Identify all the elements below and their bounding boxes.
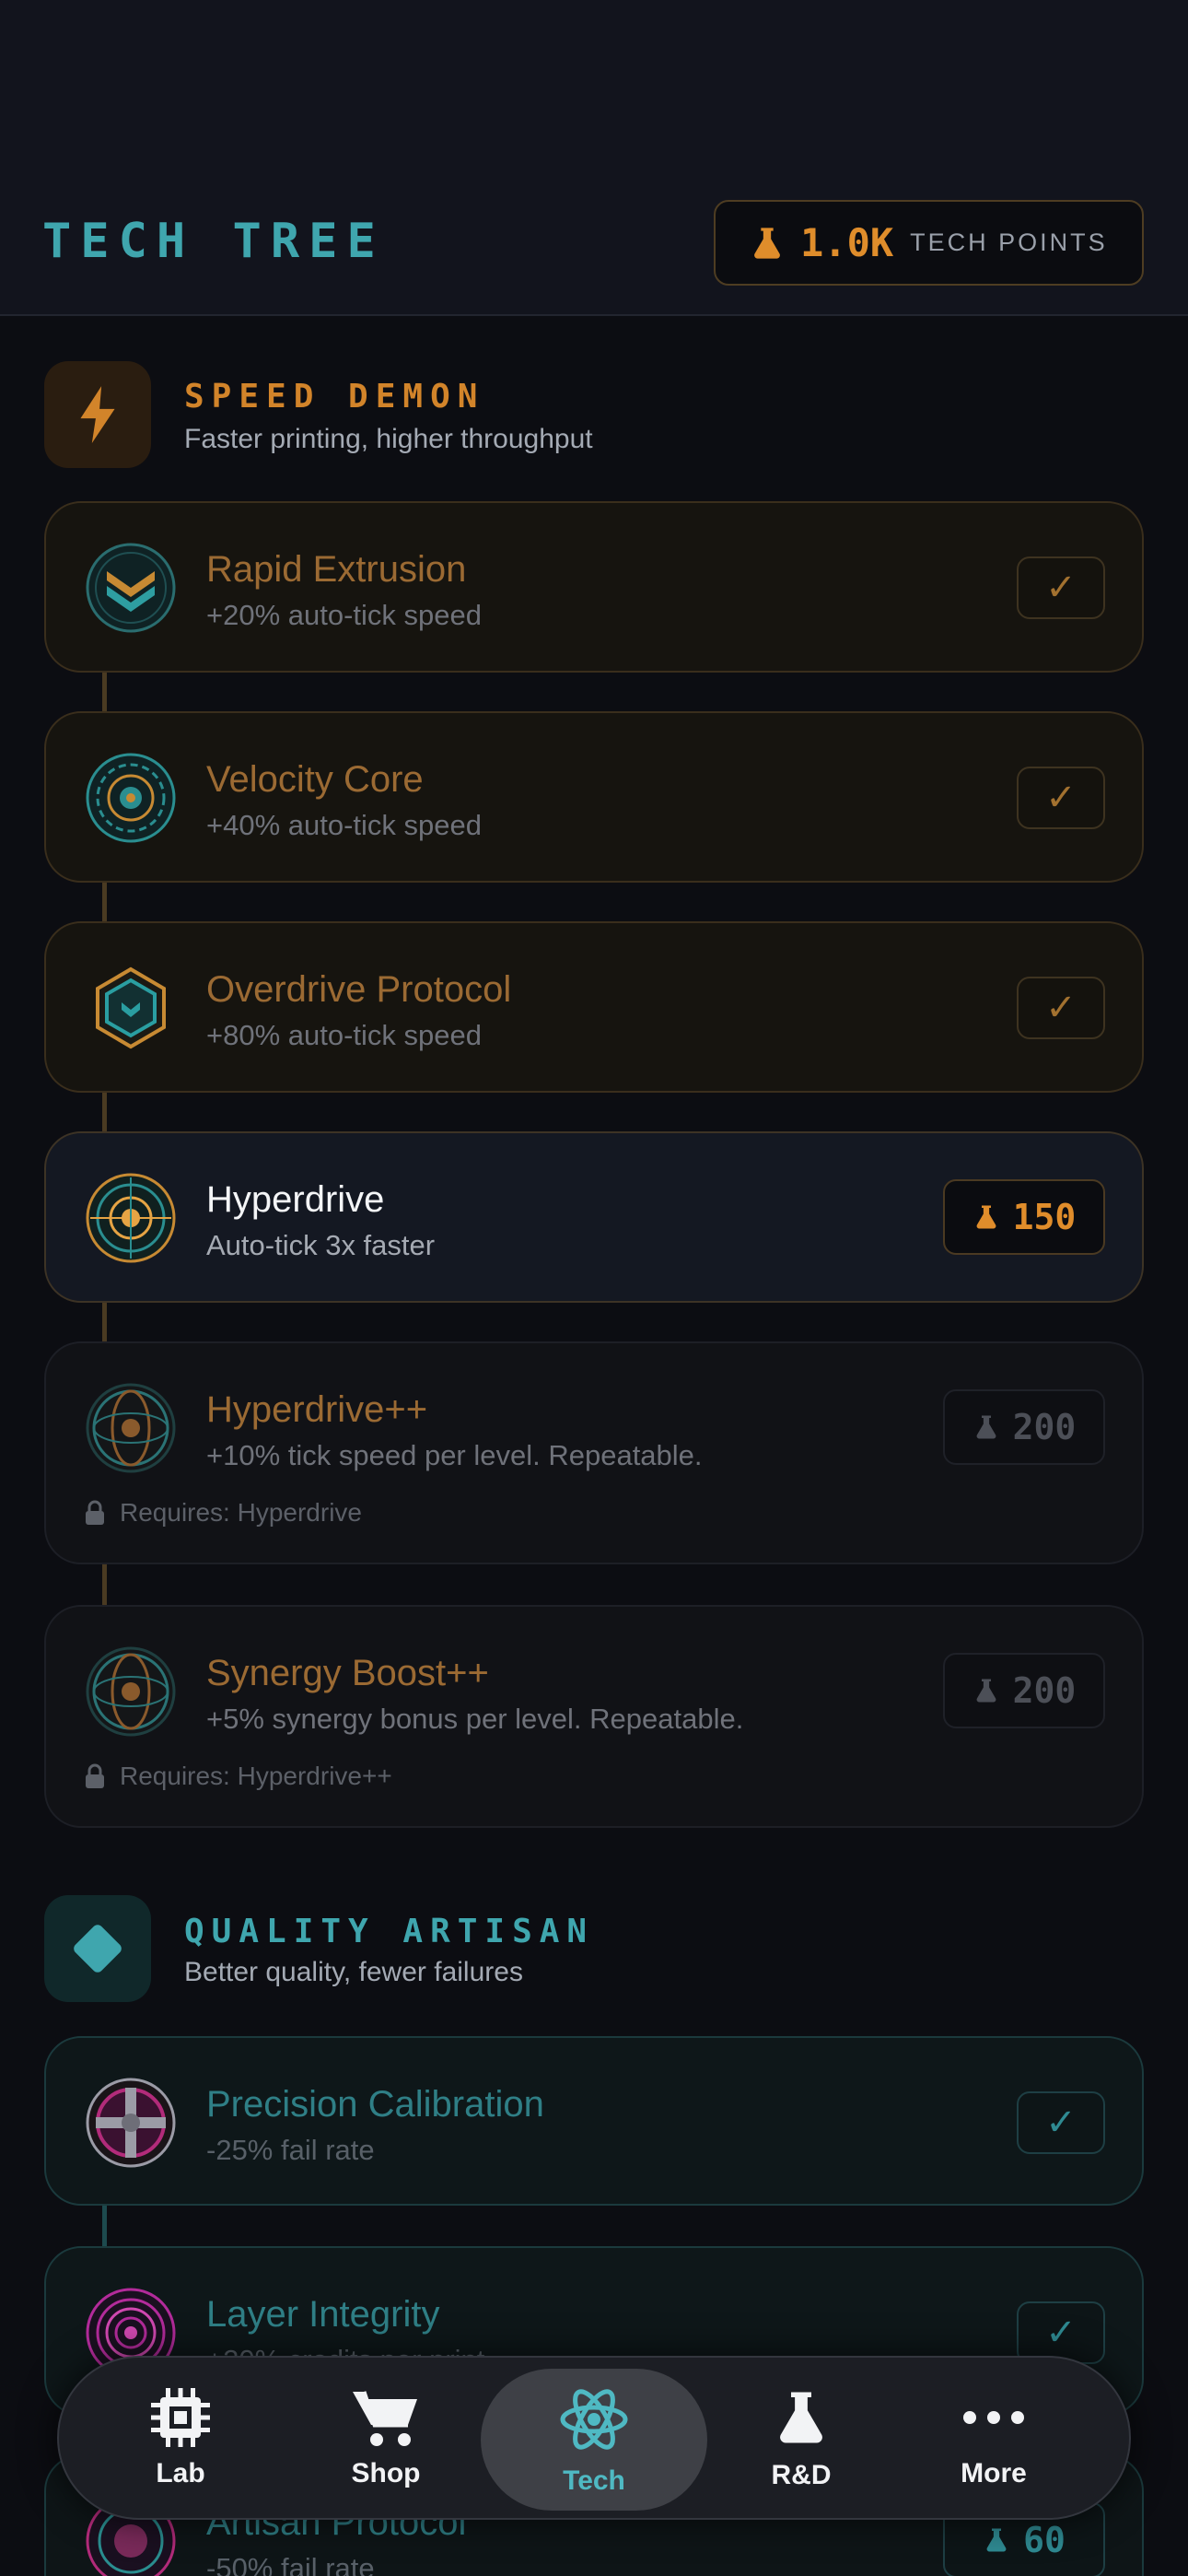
upgrade-name: Layer Integrity: [206, 2294, 440, 2335]
tab-shop[interactable]: Shop: [326, 2358, 446, 2518]
upgrade-card-hyperdrive[interactable]: Hyperdrive Auto-tick 3x faster 150: [44, 1131, 1144, 1303]
core-emblem-icon: [86, 753, 176, 843]
app-header: TECH TREE 1.0K TECH POINTS: [0, 0, 1188, 316]
upgrade-cost: 200: [1012, 1407, 1077, 1447]
tab-label: More: [961, 2458, 1027, 2488]
tech-points-label: TECH POINTS: [910, 228, 1108, 256]
requirement-text: Requires: Hyperdrive++: [120, 1762, 392, 1790]
flask-icon: [771, 2384, 832, 2451]
page-title: TECH TREE: [42, 214, 385, 269]
tree-connector: [102, 1092, 107, 1134]
chevron-emblem-icon: [86, 543, 176, 633]
upgrade-name: Velocity Core: [206, 759, 424, 800]
upgrade-cost-badge: 200: [943, 1653, 1105, 1728]
tab-label: Shop: [351, 2458, 421, 2488]
section-title: SPEED DEMON: [184, 378, 485, 416]
tab-label: Lab: [156, 2458, 205, 2488]
tech-points-badge: 1.0K TECH POINTS: [714, 200, 1144, 286]
purchased-check-icon: ✓: [1017, 977, 1105, 1039]
flask-icon: [749, 223, 786, 263]
hyperdrive-emblem-icon: [86, 1173, 176, 1263]
lightning-icon: [80, 386, 115, 443]
upgrade-card-synergy-boost-plus-plus[interactable]: Synergy Boost++ +5% synergy bonus per le…: [44, 1605, 1144, 1828]
tree-connector: [102, 1563, 107, 1606]
purchased-check-icon: ✓: [1017, 556, 1105, 619]
purchased-check-icon: ✓: [1017, 2091, 1105, 2154]
upgrade-cost-badge: 200: [943, 1389, 1105, 1465]
flask-icon: [973, 1411, 1000, 1443]
tab-lab[interactable]: Lab: [125, 2358, 236, 2518]
purchased-check-icon: ✓: [1017, 2301, 1105, 2364]
tab-tech[interactable]: Tech: [481, 2369, 707, 2511]
upgrade-description: +10% tick speed per level. Repeatable.: [206, 1439, 703, 1471]
atom-icon: [560, 2389, 628, 2450]
upgrade-description: +40% auto-tick speed: [206, 809, 482, 841]
upgrade-cost: 200: [1012, 1670, 1077, 1711]
upgrade-cost: 60: [1023, 2520, 1066, 2560]
upgrade-description: -50% fail rate: [206, 2552, 375, 2576]
tree-connector: [102, 671, 107, 713]
calibration-emblem-icon: [86, 2078, 176, 2168]
section-title: QUALITY ARTISAN: [184, 1913, 595, 1950]
section-description: Better quality, fewer failures: [184, 1957, 523, 1987]
sphere-emblem-icon: [86, 1646, 176, 1737]
quality-artisan-section-icon: [44, 1895, 151, 2002]
upgrade-card-rapid-extrusion[interactable]: Rapid Extrusion +20% auto-tick speed ✓: [44, 501, 1144, 673]
flask-icon: [973, 1675, 1000, 1706]
upgrade-description: +5% synergy bonus per level. Repeatable.: [206, 1703, 744, 1735]
bottom-tab-bar: Lab Shop Tech R&D More: [57, 2356, 1131, 2520]
upgrade-cost: 150: [1012, 1197, 1077, 1237]
upgrade-name: Overdrive Protocol: [206, 969, 512, 1010]
upgrade-card-precision-calibration[interactable]: Precision Calibration -25% fail rate ✓: [44, 2036, 1144, 2206]
requirement-note: Requires: Hyperdrive: [85, 1498, 362, 1528]
upgrade-card-hyperdrive-plus-plus[interactable]: Hyperdrive++ +10% tick speed per level. …: [44, 1341, 1144, 1564]
more-dots-icon: [963, 2411, 1024, 2424]
upgrade-description: +20% auto-tick speed: [206, 599, 482, 631]
tree-connector: [102, 882, 107, 924]
upgrade-card-overdrive-protocol[interactable]: Overdrive Protocol +80% auto-tick speed …: [44, 921, 1144, 1093]
upgrade-name: Rapid Extrusion: [206, 549, 467, 590]
upgrade-card-velocity-core[interactable]: Velocity Core +40% auto-tick speed ✓: [44, 711, 1144, 883]
upgrade-description: +80% auto-tick speed: [206, 1019, 482, 1051]
tab-label: Tech: [563, 2465, 625, 2496]
section-description: Faster printing, higher throughput: [184, 424, 593, 454]
sphere-emblem-icon: [86, 1383, 176, 1473]
buy-upgrade-button[interactable]: 150: [943, 1179, 1105, 1255]
speed-demon-section-icon: [44, 361, 151, 468]
requirement-text: Requires: Hyperdrive: [120, 1498, 362, 1527]
tab-more[interactable]: More: [934, 2358, 1054, 2518]
upgrade-description: Auto-tick 3x faster: [206, 1229, 436, 1261]
tech-points-value: 1.0K: [800, 220, 894, 265]
upgrade-name: Hyperdrive++: [206, 1389, 428, 1430]
flask-icon: [973, 1201, 1000, 1233]
upgrade-description: -25% fail rate: [206, 2134, 375, 2166]
upgrade-name: Synergy Boost++: [206, 1653, 489, 1693]
purchased-check-icon: ✓: [1017, 767, 1105, 829]
diamond-icon: [74, 1925, 122, 1973]
hexagon-emblem-icon: [96, 966, 166, 1049]
upgrade-name: Precision Calibration: [206, 2084, 544, 2125]
cart-icon: [353, 2391, 417, 2446]
tab-rnd[interactable]: R&D: [746, 2358, 856, 2518]
tab-label: R&D: [771, 2460, 832, 2490]
requirement-note: Requires: Hyperdrive++: [85, 1762, 392, 1791]
chip-icon: [151, 2388, 210, 2447]
lock-icon: [86, 1500, 104, 1525]
tree-connector: [102, 2204, 107, 2246]
flask-icon: [983, 2524, 1010, 2556]
tree-connector: [102, 1302, 107, 1344]
lock-icon: [86, 1763, 104, 1788]
upgrade-name: Hyperdrive: [206, 1179, 385, 1220]
